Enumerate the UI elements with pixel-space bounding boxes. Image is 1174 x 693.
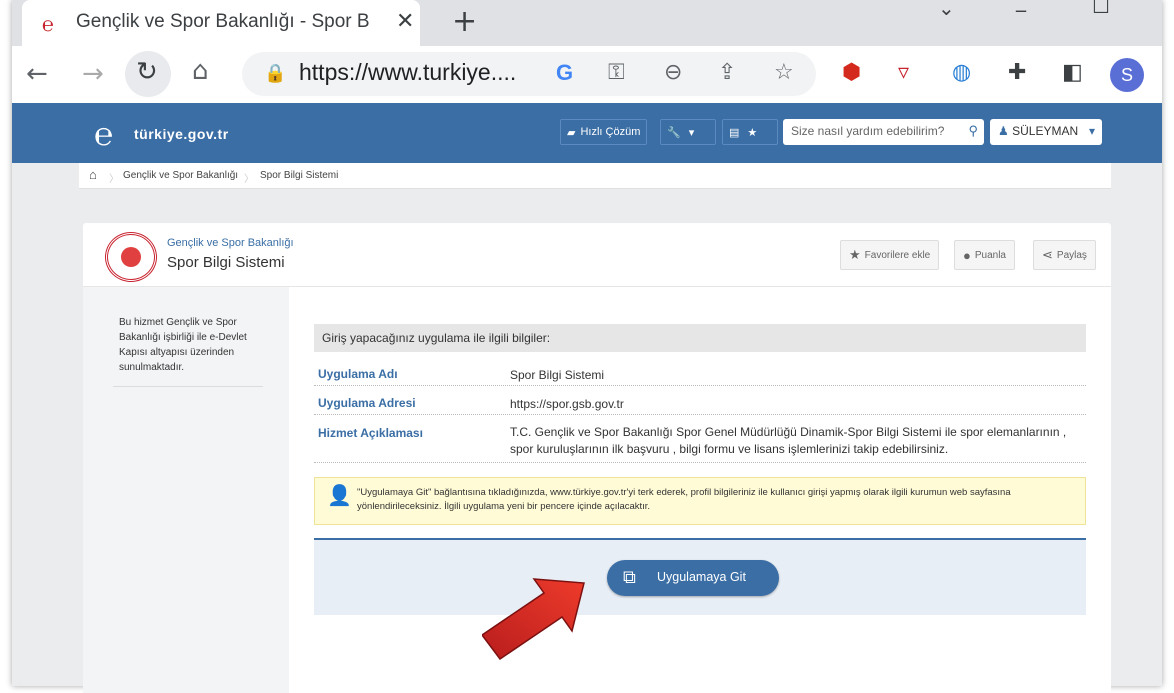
url-text[interactable]: https://www.turkiye.... bbox=[299, 59, 516, 86]
notice-text: "Uygulamaya Git" bağlantısına tıkladığın… bbox=[357, 487, 1011, 512]
redirect-notice: 👤 "Uygulamaya Git" bağlantısına tıkladığ… bbox=[314, 477, 1086, 525]
info-label: Hizmet Açıklaması bbox=[318, 426, 423, 440]
info-value: Spor Bilgi Sistemi bbox=[510, 368, 605, 382]
go-panel: ⧉ Uygulamaya Git bbox=[314, 538, 1086, 615]
user-menu[interactable]: ♟ SÜLEYMAN ▾ bbox=[990, 119, 1102, 145]
service-header: Gençlik ve Spor Bakanlığı Spor Bilgi Sis… bbox=[83, 223, 1111, 287]
new-tab-button[interactable]: + bbox=[452, 4, 477, 39]
info-value: https://spor.gsb.gov.tr bbox=[510, 397, 624, 411]
home-icon[interactable]: ⌂ bbox=[192, 56, 209, 86]
tab-close-icon[interactable]: ✕ bbox=[396, 9, 414, 34]
info-row: Hizmet Açıklaması T.C. Gençlik ve Spor B… bbox=[314, 420, 1086, 463]
quick-solution-label: Hızlı Çözüm bbox=[580, 126, 641, 138]
browser-toolbar: ← → ↻ ⌂ 🔒 https://www.turkiye.... G ⚿ ⊖ … bbox=[12, 46, 1162, 103]
service-title: Spor Bilgi Sistemi bbox=[167, 254, 285, 271]
go-to-app-label: Uygulamaya Git bbox=[657, 570, 746, 584]
star-icon[interactable]: ☆ bbox=[774, 60, 794, 85]
info-value: T.C. Gençlik ve Spor Bakanlığı Spor Gene… bbox=[510, 425, 1067, 456]
shield-extension-icon[interactable]: ▿ bbox=[898, 60, 909, 85]
address-bar[interactable]: 🔒 https://www.turkiye.... G ⚿ ⊖ ⇪ ☆ bbox=[242, 52, 816, 96]
favorites-button[interactable]: ▤ ★ bbox=[722, 119, 778, 145]
breadcrumb-item-current: Spor Bilgi Sistemi bbox=[260, 170, 339, 181]
minimize-icon[interactable]: _ bbox=[1016, 0, 1026, 12]
browser-window: ℮ Gençlik ve Spor Bakanlığı - Spor B ✕ +… bbox=[12, 0, 1162, 693]
breadcrumb: ⌂ 〉 Gençlik ve Spor Bakanlığı 〉 Spor Bil… bbox=[79, 163, 1111, 189]
lock-icon: 🔒 bbox=[264, 63, 287, 84]
user-name: SÜLEYMAN bbox=[1012, 124, 1079, 138]
logo-text: türkiye.gov.tr bbox=[134, 126, 229, 142]
ministry-name[interactable]: Gençlik ve Spor Bakanlığı bbox=[167, 237, 294, 249]
site-search-input[interactable]: Size nasıl yardım edebilirim? ⚲ bbox=[783, 119, 984, 145]
search-icon[interactable]: ⚲ bbox=[968, 123, 978, 139]
tab-title: Gençlik ve Spor Bakanlığı - Spor B bbox=[76, 11, 370, 32]
chevron-down-icon: ▾ bbox=[688, 126, 695, 139]
breadcrumb-separator: 〉 bbox=[109, 174, 119, 185]
info-label: Uygulama Adı bbox=[318, 367, 398, 381]
site-header: ℮ türkiye.gov.tr ▰ Hızlı Çözüm 🔧 ▾ ▤ ★ S… bbox=[12, 103, 1162, 163]
info-label: Uygulama Adresi bbox=[318, 396, 416, 410]
sidepanel-icon[interactable]: ◧ bbox=[1062, 60, 1083, 85]
tools-dropdown[interactable]: 🔧 ▾ bbox=[660, 119, 716, 145]
card-icon: ▤ bbox=[729, 126, 740, 139]
tab-search-icon[interactable]: ⌄ bbox=[938, 0, 955, 20]
web-page: ℮ türkiye.gov.tr ▰ Hızlı Çözüm 🔧 ▾ ▤ ★ S… bbox=[12, 103, 1162, 693]
ministry-seal-icon bbox=[105, 232, 157, 282]
info-row: Uygulama Adresi https://spor.gsb.gov.tr bbox=[314, 391, 1086, 415]
go-to-app-button[interactable]: ⧉ Uygulamaya Git bbox=[607, 560, 779, 596]
reload-icon[interactable]: ↻ bbox=[136, 57, 158, 87]
tab-strip: ℮ Gençlik ve Spor Bakanlığı - Spor B ✕ +… bbox=[12, 0, 1162, 46]
user-icon: ♟ bbox=[998, 124, 1009, 138]
favorite-label: Favorilere ekle bbox=[864, 249, 931, 261]
comment-icon: ● bbox=[963, 247, 971, 263]
turkiye-favicon-icon: ℮ bbox=[42, 12, 55, 36]
info-row: Uygulama Adı Spor Bilgi Sistemi bbox=[314, 362, 1086, 386]
share-icon[interactable]: ⇪ bbox=[718, 60, 736, 85]
sidebar-divider bbox=[113, 386, 263, 387]
maximize-icon[interactable]: ☐ bbox=[1092, 0, 1110, 18]
user-info-icon: 👤 bbox=[327, 485, 352, 507]
forward-icon[interactable]: → bbox=[82, 59, 104, 89]
turkiye-logo[interactable]: ℮ türkiye.gov.tr bbox=[94, 115, 274, 153]
stop-extension-icon[interactable]: ⬢ bbox=[842, 60, 861, 85]
sidebar: Bu hizmet Gençlik ve Spor Bakanlığı işbi… bbox=[83, 287, 289, 693]
share-button[interactable]: ⋖ Paylaş bbox=[1033, 240, 1096, 270]
chevron-down-icon: ▾ bbox=[1088, 124, 1095, 138]
window-icon: ⧉ bbox=[623, 567, 636, 587]
home-icon[interactable]: ⌂ bbox=[89, 167, 97, 182]
add-favorite-button[interactable]: ★ Favorilere ekle bbox=[840, 240, 940, 270]
sidebar-text: Bu hizmet Gençlik ve Spor Bakanlığı işbi… bbox=[119, 317, 247, 373]
back-icon[interactable]: ← bbox=[26, 59, 48, 89]
google-icon[interactable]: G bbox=[556, 60, 573, 86]
chat-icon: ▰ bbox=[567, 126, 576, 139]
profile-avatar[interactable]: S bbox=[1110, 58, 1144, 92]
wrench-icon: 🔧 bbox=[667, 126, 681, 139]
star-icon: ★ bbox=[747, 126, 758, 139]
rate-button[interactable]: ● Puanla bbox=[954, 240, 1015, 270]
puzzle-extension-icon[interactable]: ✚ bbox=[1008, 60, 1026, 85]
browser-tab[interactable]: ℮ Gençlik ve Spor Bakanlığı - Spor B ✕ bbox=[22, 0, 420, 46]
share-label: Paylaş bbox=[1056, 249, 1087, 261]
key-icon[interactable]: ⚿ bbox=[608, 60, 625, 85]
service-card: Gençlik ve Spor Bakanlığı Spor Bilgi Sis… bbox=[83, 223, 1111, 693]
breadcrumb-separator: 〉 bbox=[244, 174, 254, 185]
zoom-out-icon[interactable]: ⊖ bbox=[664, 60, 682, 85]
red-arrow-icon bbox=[482, 578, 585, 661]
info-heading: Giriş yapacağınız uygulama ile ilgili bi… bbox=[314, 324, 1086, 352]
globe-extension-icon[interactable]: ◍ bbox=[952, 60, 971, 85]
breadcrumb-item-ministry[interactable]: Gençlik ve Spor Bakanlığı bbox=[123, 170, 238, 181]
quick-solution-button[interactable]: ▰ Hızlı Çözüm bbox=[560, 119, 648, 145]
rate-label: Puanla bbox=[974, 249, 1006, 261]
star-icon: ★ bbox=[849, 247, 861, 262]
logo-e-icon: ℮ bbox=[94, 115, 114, 153]
search-placeholder: Size nasıl yardım edebilirim? bbox=[791, 124, 945, 138]
share-icon: ⋖ bbox=[1042, 247, 1053, 262]
